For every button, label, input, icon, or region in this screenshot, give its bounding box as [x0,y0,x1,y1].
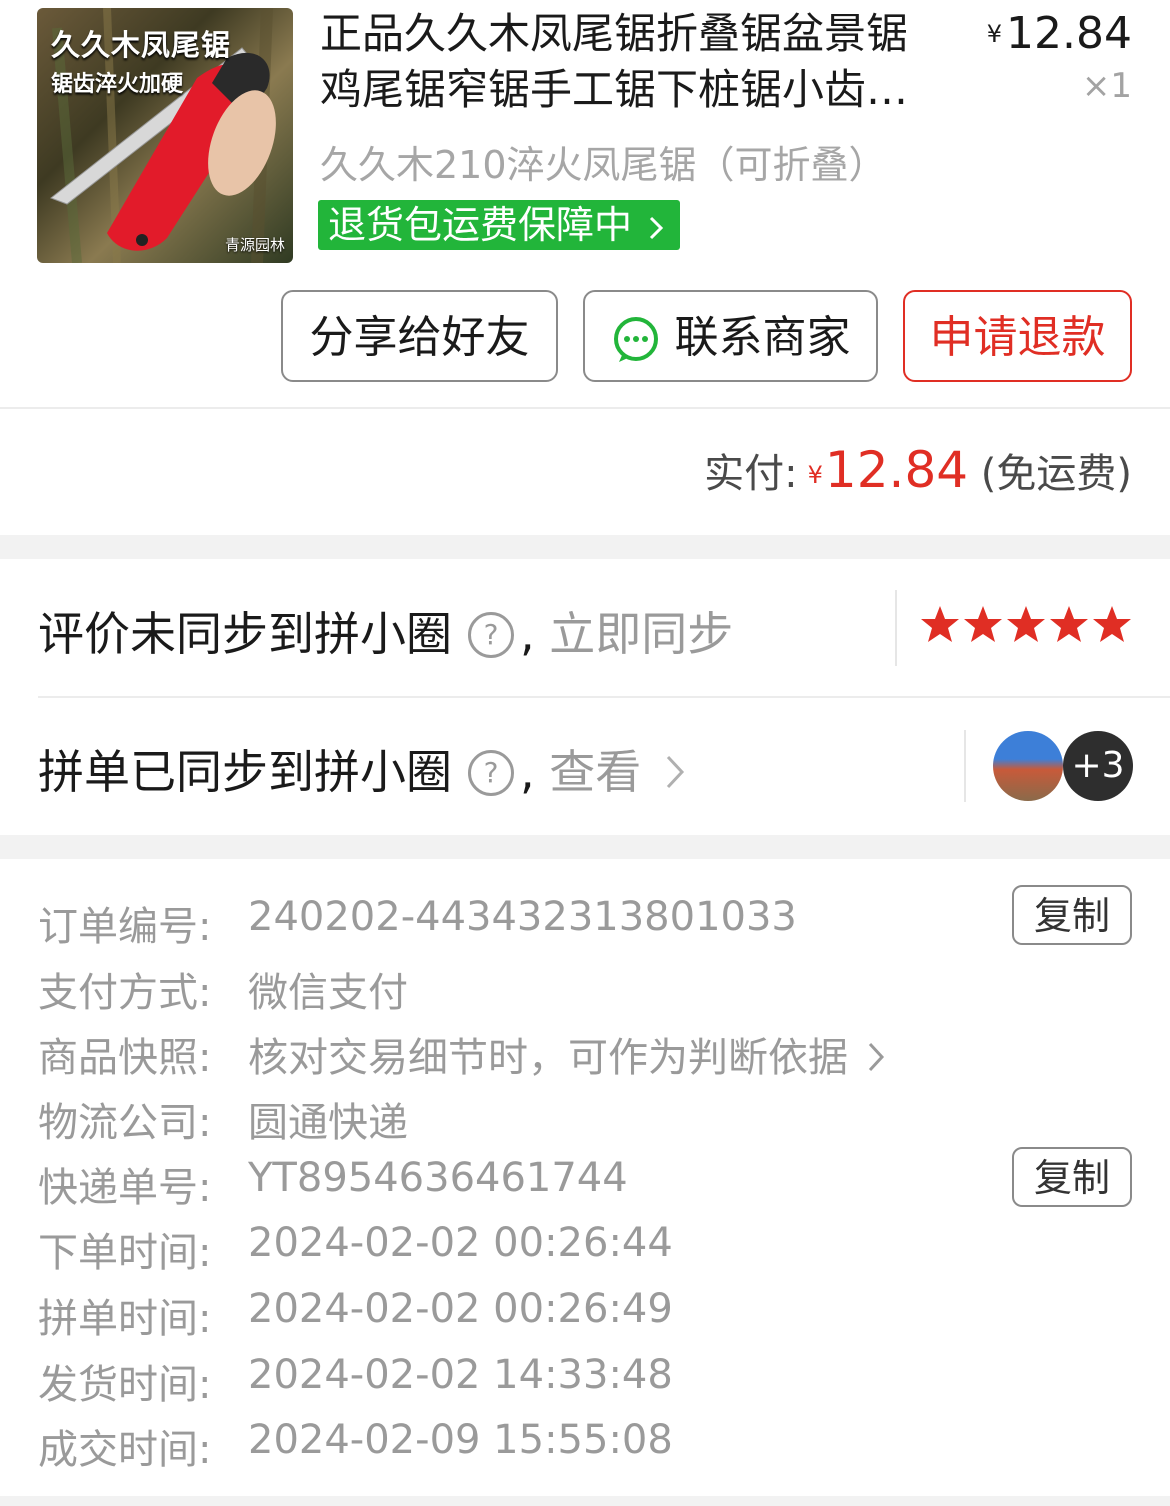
refund-button[interactable]: 申请退款 [903,290,1132,382]
snapshot-label: 商品快照: [38,1035,212,1081]
order-number-value: 240202-443432313801033 [248,894,797,940]
rating-stars[interactable] [920,604,1132,654]
payment-method-value: 微信支付 [248,970,408,1016]
shipping-note: (免运费) [980,451,1132,497]
snapshot-link[interactable]: 核对交易细节时，可作为判断依据 [248,1025,885,1083]
image-caption-subtitle: 锯齿淬火加硬 [51,72,184,97]
vertical-divider [895,590,897,666]
tracking-value: YT8954636461744 [248,1155,628,1201]
contact-seller-button[interactable]: 联系商家 [583,290,878,382]
group-sync-row[interactable]: 拼单已同步到拼小圈?, 查看 [38,736,686,802]
product-quantity: ×1 [1081,66,1132,106]
more-avatars-count[interactable]: +3 [1063,731,1133,801]
copy-tracking-button[interactable]: 复制 [1012,1147,1132,1207]
product-title[interactable]: 正品久久木凤尾锯折叠锯盆景锯 鸡尾锯窄锯手工锯下桩锯小齿… [320,6,960,118]
snapshot-text: 核对交易细节时，可作为判断依据 [248,1035,848,1081]
share-button-label: 分享给好友 [309,312,530,363]
group-time-label: 拼单时间: [38,1296,212,1342]
help-icon[interactable]: ? [468,749,514,796]
product-price: ¥12.84 [987,6,1132,62]
paid-currency: ¥ [807,461,823,489]
ship-time-label: 发货时间: [38,1362,212,1408]
review-sync-row[interactable]: 评价未同步到拼小圈?, 立即同步 [38,598,733,664]
sync-now-link[interactable]: 立即同步 [549,607,733,661]
copy-order-number-button[interactable]: 复制 [1012,885,1132,945]
section-gap [0,535,1170,559]
divider [38,696,1170,698]
chevron-right-icon [868,1042,884,1072]
review-sync-text: 评价未同步到拼小圈 [38,607,452,661]
contact-button-label: 联系商家 [674,312,851,363]
payment-method-label: 支付方式: [38,970,212,1016]
chevron-right-icon [666,755,684,789]
group-time-value: 2024-02-02 00:26:49 [248,1286,673,1332]
payment-summary: 实付: ¥12.84 (免运费) [704,440,1132,505]
comma: , [520,607,550,661]
product-title-line1: 正品久久木凤尾锯折叠锯盆景锯 [320,9,909,58]
ship-time-value: 2024-02-02 14:33:48 [248,1352,673,1398]
order-time-value: 2024-02-02 00:26:44 [248,1220,673,1266]
badge-label: 退货包运费保障中 [328,203,633,247]
logistics-value: 圆通快递 [248,1100,408,1146]
help-icon[interactable]: ? [468,611,514,658]
product-title-line2: 鸡尾锯窄锯手工锯下桩锯小齿… [320,65,909,114]
image-caption-title: 久久木凤尾锯 [51,28,232,62]
chat-bubble-icon [613,317,658,362]
refund-button-label: 申请退款 [929,312,1106,363]
avatar[interactable] [993,731,1063,801]
logistics-label: 物流公司: [38,1100,212,1146]
image-watermark: 青源园林 [224,236,285,254]
deal-time-label: 成交时间: [38,1427,212,1473]
deal-time-value: 2024-02-09 15:55:08 [248,1417,673,1463]
paid-amount: 12.84 [824,441,969,499]
price-currency: ¥ [986,20,1003,48]
bottom-gap [0,1496,1170,1506]
tracking-label: 快递单号: [38,1165,212,1211]
order-number-label: 订单编号: [38,904,212,950]
product-thumbnail[interactable]: 久久木凤尾锯 锯齿淬火加硬 青源园林 [37,8,293,263]
divider [0,407,1170,409]
paid-label: 实付: [704,451,798,497]
order-time-label: 下单时间: [38,1230,212,1276]
chevron-right-icon [650,216,664,240]
return-shipping-badge[interactable]: 退货包运费保障中 [318,200,681,250]
price-value: 12.84 [1006,8,1132,59]
star-rating-icon [921,606,1131,642]
product-spec: 久久木210淬火凤尾锯（可折叠） [320,143,887,187]
view-link[interactable]: 查看 [549,745,641,799]
share-button[interactable]: 分享给好友 [281,290,558,382]
group-sync-text: 拼单已同步到拼小圈 [38,745,452,799]
section-gap [0,835,1170,859]
vertical-divider [964,730,966,802]
comma: , [520,745,550,799]
